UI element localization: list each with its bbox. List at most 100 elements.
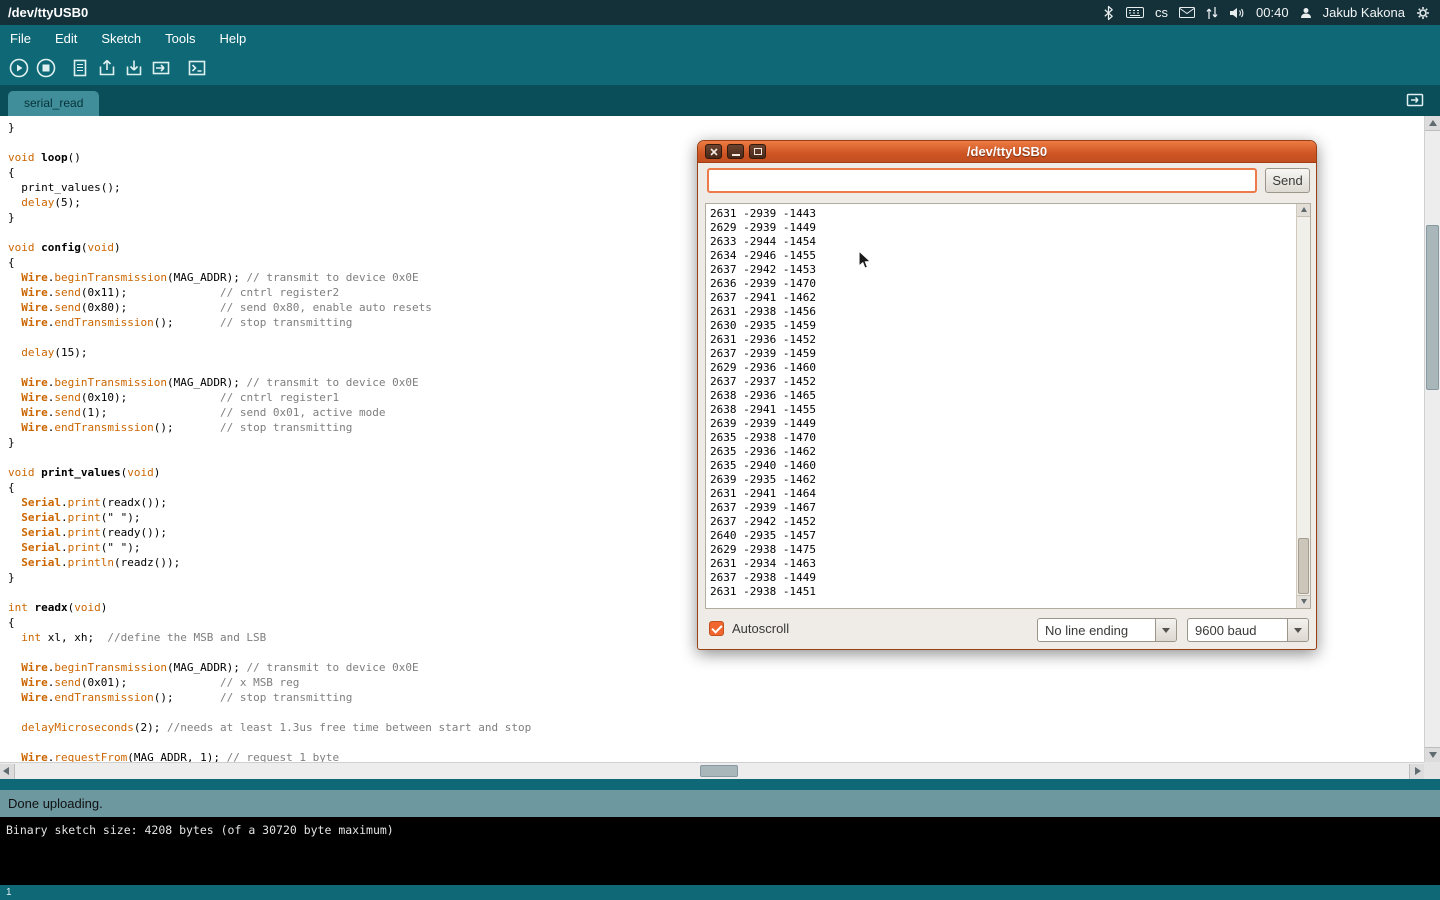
tab-bar: serial_read <box>0 85 1440 116</box>
editor-horizontal-scrollbar[interactable] <box>0 762 1424 779</box>
gear-icon[interactable] <box>1416 6 1430 20</box>
mail-icon[interactable] <box>1179 7 1195 18</box>
down-arrow-icon <box>1301 599 1307 604</box>
chevron-down-icon[interactable] <box>1287 619 1308 641</box>
line-ending-value: No line ending <box>1045 623 1128 638</box>
serial-line: 2637 -2941 -1462 <box>710 291 1294 305</box>
network-arrows-icon[interactable] <box>1206 6 1218 20</box>
tab-menu-icon <box>1404 97 1426 114</box>
serial-line: 2631 -2939 -1443 <box>710 207 1294 221</box>
serial-monitor-button[interactable] <box>186 57 208 79</box>
menu-file[interactable]: File <box>10 31 31 46</box>
open-button[interactable] <box>96 57 118 79</box>
top-panel: /dev/ttyUSB0 cs 00:40 Jakub Kakona <box>0 0 1440 25</box>
serial-line: 2630 -2935 -1459 <box>710 319 1294 333</box>
serial-line: 2639 -2935 -1462 <box>710 473 1294 487</box>
maximize-button[interactable] <box>749 144 766 159</box>
send-button[interactable]: Send <box>1265 168 1310 193</box>
user-icon <box>1300 7 1312 19</box>
verify-button[interactable] <box>8 57 30 79</box>
serial-line: 2637 -2938 -1449 <box>710 571 1294 585</box>
screen: /dev/ttyUSB0 cs 00:40 Jakub Kakona File E… <box>0 0 1440 900</box>
bluetooth-icon[interactable] <box>1102 5 1115 21</box>
vertical-scroll-thumb[interactable] <box>1426 225 1439 390</box>
current-line-number: 1 <box>6 887 12 898</box>
code-line: } <box>8 120 1424 135</box>
menu-edit[interactable]: Edit <box>55 31 77 46</box>
serial-line: 2636 -2939 -1470 <box>710 277 1294 291</box>
serial-line: 2635 -2936 -1462 <box>710 445 1294 459</box>
serial-monitor-controls: Autoscroll No line ending 9600 baud <box>698 615 1316 647</box>
serial-scroll-down-button[interactable] <box>1297 595 1310 608</box>
serial-line: 2634 -2946 -1455 <box>710 249 1294 263</box>
serial-monitor-titlebar[interactable]: /dev/ttyUSB0 <box>698 141 1316 163</box>
serial-line: 2629 -2936 -1460 <box>710 361 1294 375</box>
autoscroll-checkbox[interactable] <box>709 621 724 636</box>
right-arrow-icon <box>1415 767 1421 775</box>
status-bar: Done uploading. <box>0 790 1440 817</box>
serial-input-field[interactable] <box>707 168 1257 193</box>
serial-line: 2631 -2938 -1456 <box>710 305 1294 319</box>
username[interactable]: Jakub Kakona <box>1323 5 1405 20</box>
menu-tools[interactable]: Tools <box>165 31 195 46</box>
menu-bar: File Edit Sketch Tools Help <box>0 25 1440 51</box>
serial-line: 2638 -2941 -1455 <box>710 403 1294 417</box>
code-line: Wire.endTransmission(); // stop transmit… <box>8 690 1424 705</box>
serial-line: 2635 -2940 -1460 <box>710 459 1294 473</box>
serial-line: 2631 -2938 -1451 <box>710 585 1294 599</box>
horizontal-scroll-thumb[interactable] <box>700 765 738 777</box>
baud-rate-dropdown[interactable]: 9600 baud <box>1187 618 1309 642</box>
new-button[interactable] <box>69 57 91 79</box>
code-line: Wire.send(0x01); // x MSB reg <box>8 675 1424 690</box>
serial-line: 2639 -2939 -1449 <box>710 417 1294 431</box>
serial-line: 2631 -2936 -1452 <box>710 333 1294 347</box>
system-tray: cs 00:40 Jakub Kakona <box>1102 5 1440 21</box>
stop-button[interactable] <box>35 57 57 79</box>
volume-icon[interactable] <box>1229 7 1245 19</box>
maximize-icon <box>754 148 762 155</box>
tab-serial-read[interactable]: serial_read <box>8 91 99 116</box>
scrollbar-corner <box>1424 762 1440 779</box>
clock[interactable]: 00:40 <box>1256 5 1289 20</box>
code-line: Wire.beginTransmission(MAG_ADDR); // tra… <box>8 660 1424 675</box>
up-arrow-icon <box>1429 120 1437 126</box>
serial-monitor-window: /dev/ttyUSB0 Send 2631 -2939 -14432629 -… <box>697 140 1317 650</box>
serial-line: 2631 -2934 -1463 <box>710 557 1294 571</box>
left-arrow-icon <box>3 767 9 775</box>
serial-scroll-thumb[interactable] <box>1298 538 1309 594</box>
editor-vertical-scrollbar[interactable] <box>1424 116 1440 762</box>
serial-scroll-up-button[interactable] <box>1297 204 1310 217</box>
baud-rate-value: 9600 baud <box>1195 623 1256 638</box>
console-line: Binary sketch size: 4208 bytes (of a 307… <box>6 823 1440 838</box>
serial-output: 2631 -2939 -14432629 -2939 -14492633 -29… <box>710 207 1294 608</box>
window-buttons <box>705 144 766 159</box>
line-ending-dropdown[interactable]: No line ending <box>1037 618 1177 642</box>
serial-monitor-title: /dev/ttyUSB0 <box>698 144 1316 159</box>
save-button[interactable] <box>123 57 145 79</box>
serial-scrollbar[interactable] <box>1296 204 1310 608</box>
menu-sketch[interactable]: Sketch <box>101 31 141 46</box>
scroll-up-button[interactable] <box>1425 116 1440 131</box>
upload-button[interactable] <box>150 57 172 79</box>
toolbar <box>0 51 1440 85</box>
close-button[interactable] <box>705 144 722 159</box>
serial-line: 2631 -2941 -1464 <box>710 487 1294 501</box>
code-line: Wire.requestFrom(MAG_ADDR, 1); // reques… <box>8 750 1424 762</box>
tab-menu-button[interactable] <box>1404 90 1426 110</box>
scroll-down-button[interactable] <box>1425 747 1440 762</box>
editor-footer-strip <box>0 779 1440 790</box>
minimize-button[interactable] <box>727 144 744 159</box>
chevron-down-icon[interactable] <box>1155 619 1176 641</box>
scroll-right-button[interactable] <box>1409 764 1424 779</box>
serial-line: 2637 -2937 -1452 <box>710 375 1294 389</box>
code-line <box>8 705 1424 720</box>
serial-output-area[interactable]: 2631 -2939 -14432629 -2939 -14492633 -29… <box>705 203 1311 609</box>
serial-line: 2640 -2935 -1457 <box>710 529 1294 543</box>
down-arrow-icon <box>1429 752 1437 758</box>
keyboard-icon[interactable] <box>1126 7 1144 18</box>
keyboard-layout-indicator[interactable]: cs <box>1155 5 1168 20</box>
scroll-left-button[interactable] <box>0 764 15 779</box>
autoscroll-label: Autoscroll <box>732 621 789 636</box>
menu-help[interactable]: Help <box>219 31 246 46</box>
serial-line: 2637 -2942 -1453 <box>710 263 1294 277</box>
